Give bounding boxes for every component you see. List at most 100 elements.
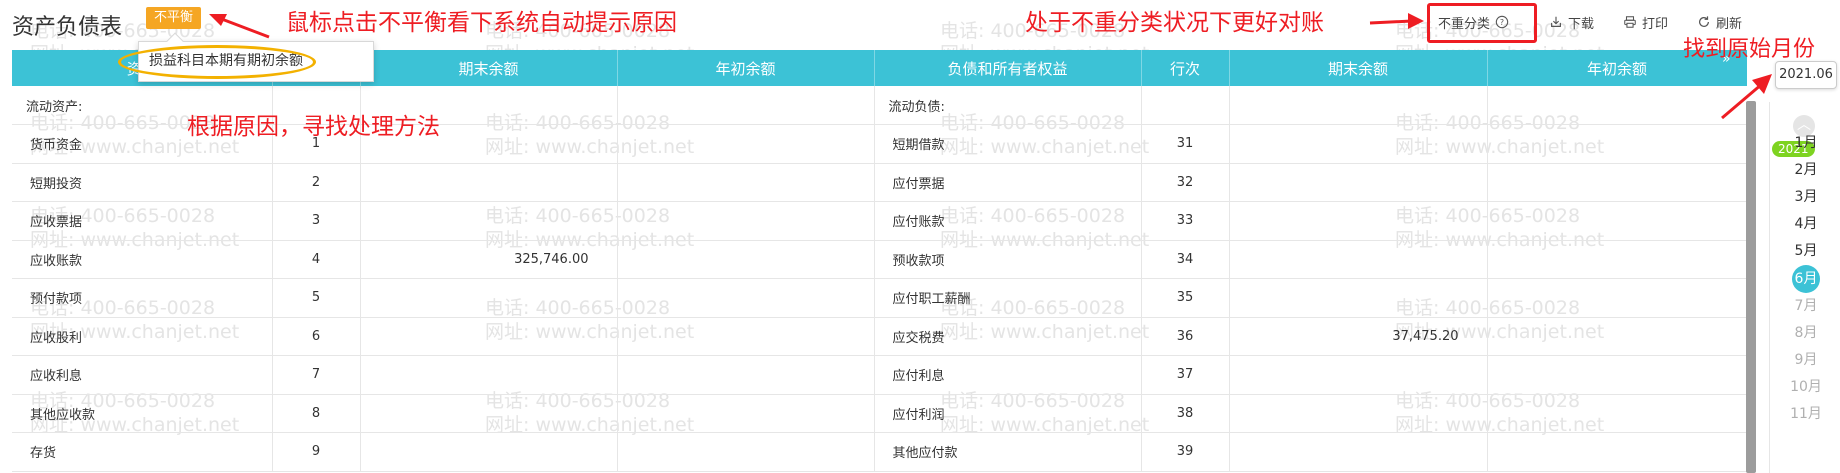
asset-beginning-balance-cell[interactable]: [617, 278, 875, 318]
month-item[interactable]: 6月: [1792, 265, 1820, 293]
liab-name-cell: 应付账款: [873, 201, 1142, 241]
liab-line-no-cell: 36: [1141, 317, 1230, 356]
liab-beginning-balance-cell[interactable]: [1487, 124, 1747, 164]
annotation-arrow-3: [1721, 74, 1772, 120]
asset-line-no-cell: 6: [272, 317, 361, 356]
col-asset-ending-balance: 期末余额: [360, 50, 618, 86]
asset-name-cell: 应收账款: [12, 240, 273, 279]
col-liab-ending-balance: 期末余额: [1229, 50, 1488, 86]
asset-name-cell: 应收票据: [12, 201, 273, 241]
liab-ending-balance-cell[interactable]: [1229, 201, 1488, 241]
month-item[interactable]: 7月: [1772, 295, 1840, 315]
month-item[interactable]: 4月: [1772, 213, 1840, 233]
table-row: 应收利息 7 应付利息 37: [12, 355, 1747, 395]
table-row: 其他应收款 8 应付利润 38: [12, 394, 1747, 433]
asset-line-no-cell: 7: [272, 355, 361, 395]
liab-line-no-cell: 32: [1141, 163, 1230, 202]
liab-beginning-balance-cell[interactable]: [1487, 394, 1747, 433]
asset-beginning-balance-cell[interactable]: [617, 124, 875, 164]
liab-ending-balance-cell[interactable]: [1229, 394, 1488, 433]
liab-beginning-balance-cell[interactable]: [1487, 317, 1747, 356]
liab-name-cell: 预收款项: [873, 240, 1142, 279]
asset-beginning-balance-cell[interactable]: [617, 355, 875, 395]
asset-beginning-balance-cell[interactable]: [617, 201, 875, 241]
annotation-method-hint: 根据原因，寻找处理方法: [187, 114, 440, 140]
asset-ending-balance-cell[interactable]: [360, 163, 618, 202]
asset-ending-balance-cell[interactable]: 325,746.00: [360, 240, 618, 279]
annotation-reclass-hint: 处于不重分类状况下更好对账: [1025, 10, 1324, 36]
asset-name-cell: 预付款项: [12, 278, 273, 318]
month-item[interactable]: 10月: [1772, 376, 1840, 396]
liab-name-cell: 短期借款: [873, 124, 1142, 164]
table-row: 应收票据 3 应付账款 33: [12, 201, 1747, 241]
liab-ending-balance-cell[interactable]: [1229, 124, 1488, 164]
current-period-box[interactable]: 2021.06: [1775, 61, 1837, 89]
asset-ending-balance-cell[interactable]: [360, 394, 618, 433]
vertical-scrollbar[interactable]: [1746, 101, 1756, 473]
liab-line-no-cell: 39: [1141, 432, 1230, 472]
month-selector: ︿ 2021 1月 2月 3月 4月 5月 6月 7月 8月 9月 10月 11月: [1772, 95, 1840, 473]
liab-beginning-balance-cell[interactable]: [1487, 432, 1747, 472]
asset-beginning-balance-cell[interactable]: [617, 432, 875, 472]
asset-beginning-balance-cell[interactable]: [617, 240, 875, 279]
annotation-arrow-2: [1369, 13, 1424, 29]
liab-ending-balance-cell[interactable]: 37,475.20: [1229, 317, 1488, 356]
refresh-label: 刷新: [1716, 16, 1743, 32]
asset-name-cell: 存货: [12, 432, 273, 472]
asset-beginning-balance-cell[interactable]: [617, 317, 875, 356]
asset-line-no-cell: 5: [272, 278, 361, 318]
asset-name-cell: 应收股利: [12, 317, 273, 356]
liab-ending-balance-cell[interactable]: [1229, 163, 1488, 202]
asset-ending-balance-cell[interactable]: [360, 432, 618, 472]
liab-name-cell: 应交税费: [873, 317, 1142, 356]
month-item[interactable]: 11月: [1772, 403, 1840, 423]
liab-ending-balance-cell[interactable]: [1229, 240, 1488, 279]
annotation-month-hint: 找到原始月份: [1683, 37, 1816, 62]
table-row: 应收股利 6 应交税费 36 37,475.20: [12, 317, 1747, 356]
annotation-click-hint: 鼠标点击不平衡看下系统自动提示原因: [286, 10, 677, 36]
asset-beginning-balance-cell[interactable]: [617, 163, 875, 202]
highlight-ring: [118, 45, 316, 79]
liab-beginning-balance-cell[interactable]: [1487, 355, 1747, 395]
asset-ending-balance-cell[interactable]: [360, 317, 618, 356]
asset-ending-balance-cell[interactable]: [360, 355, 618, 395]
refresh-button[interactable]: 刷新: [1697, 10, 1742, 34]
download-icon: [1551, 16, 1561, 27]
asset-name-cell: 其他应收款: [12, 394, 273, 433]
month-item[interactable]: 2月: [1772, 159, 1840, 179]
month-item[interactable]: 1月: [1772, 132, 1840, 152]
liab-beginning-balance-cell[interactable]: [1487, 278, 1747, 318]
asset-beginning-balance-cell[interactable]: [617, 394, 875, 433]
table-row: 应收账款 4 325,746.00 预收款项 34: [12, 240, 1747, 279]
annotation-arrow-1: [209, 14, 270, 39]
col-liabilities-equity: 负债和所有者权益: [874, 50, 1142, 86]
liab-line-no-cell: 38: [1141, 394, 1230, 433]
download-button[interactable]: 下载: [1549, 10, 1594, 34]
liab-beginning-balance-cell[interactable]: [1487, 201, 1747, 241]
asset-ending-balance-cell[interactable]: [360, 201, 618, 241]
liab-ending-balance-cell[interactable]: [1229, 278, 1488, 318]
liab-beginning-balance-cell[interactable]: [1487, 240, 1747, 279]
liab-ending-balance-cell[interactable]: [1229, 432, 1488, 472]
liab-name-cell: 其他应付款: [873, 432, 1142, 472]
liab-name-cell: 应付利润: [873, 394, 1142, 433]
liab-line-no-cell: 37: [1141, 355, 1230, 395]
liab-ending-balance-cell[interactable]: [1229, 355, 1488, 395]
asset-line-no-cell: 2: [272, 163, 361, 202]
table-row: 存货 9 其他应付款 39: [12, 432, 1747, 472]
asset-line-no-cell: 4: [272, 240, 361, 279]
liab-line-no-cell: 31: [1141, 124, 1230, 164]
print-button[interactable]: 打印: [1623, 10, 1668, 34]
asset-ending-balance-cell[interactable]: [360, 278, 618, 318]
month-item[interactable]: 8月: [1772, 322, 1840, 342]
month-item[interactable]: 5月: [1772, 240, 1840, 260]
print-label: 打印: [1642, 16, 1669, 32]
month-item[interactable]: 3月: [1772, 186, 1840, 206]
col-liab-beginning-balance-label: 年初余额: [1586, 59, 1647, 78]
unbalanced-status-badge[interactable]: 不平衡: [146, 7, 202, 29]
liab-beginning-balance-cell[interactable]: [1487, 163, 1747, 202]
month-item[interactable]: 9月: [1772, 349, 1840, 369]
printer-icon: [1624, 16, 1636, 28]
liab-name-cell: 应付利息: [873, 355, 1142, 395]
month-timeline-line: [1769, 102, 1770, 473]
